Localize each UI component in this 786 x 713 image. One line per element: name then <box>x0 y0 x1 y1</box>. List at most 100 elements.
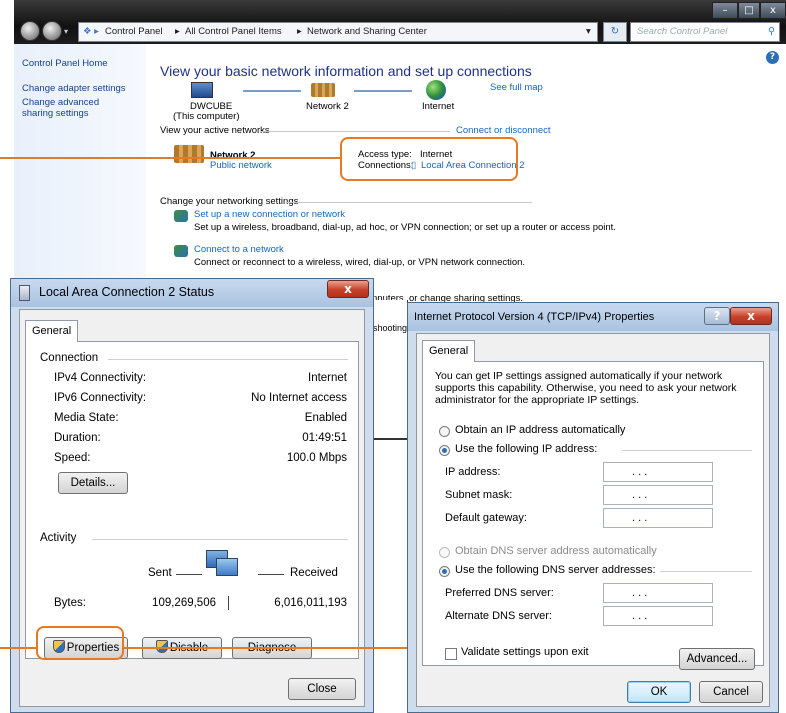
see-full-map-link[interactable]: See full map <box>490 82 543 93</box>
preferred-dns-field[interactable]: . . . <box>603 583 713 603</box>
subnet-mask-field[interactable]: . . . <box>603 485 713 505</box>
bytes-received-value: 6,016,011,193 <box>274 597 347 609</box>
media-state-label: Media State: <box>54 412 119 424</box>
breadcrumb-control-panel[interactable]: Control Panel <box>105 26 163 37</box>
validate-checkbox[interactable] <box>445 648 457 660</box>
close-icon[interactable]: x <box>327 280 369 298</box>
new-connection-icon <box>174 210 188 222</box>
dialog-body: General You can get IP settings assigned… <box>416 333 770 707</box>
speed-label: Speed: <box>54 452 91 464</box>
search-input[interactable]: Search Control Panel ⚲ <box>630 22 780 42</box>
bench-network-icon <box>174 145 204 163</box>
address-bar[interactable]: ❖ ▸ Control Panel ▸ All Control Panel It… <box>78 22 598 42</box>
dialog-title-bar: Internet Protocol Version 4 (TCP/IPv4) P… <box>408 303 778 331</box>
partial-text: shooting <box>373 323 408 333</box>
callout-line <box>0 647 36 649</box>
close-icon[interactable]: x <box>730 307 772 325</box>
help-icon[interactable]: ? <box>766 51 779 64</box>
use-following-ip-radio[interactable] <box>439 445 450 456</box>
duration-label: Duration: <box>54 432 101 444</box>
preferred-dns-label: Preferred DNS server: <box>445 587 554 599</box>
dialog-title: Local Area Connection 2 Status <box>39 285 215 299</box>
received-label: Received <box>290 567 338 579</box>
sidebar-item-home[interactable]: Control Panel Home <box>22 58 108 69</box>
general-tab-page <box>25 341 359 659</box>
breadcrumb-all-items[interactable]: All Control Panel Items <box>185 26 282 37</box>
forward-icon[interactable] <box>42 21 62 41</box>
network-type-link[interactable]: Public network <box>210 160 272 171</box>
close-button[interactable]: Close <box>288 678 356 700</box>
breadcrumb-network-center[interactable]: Network and Sharing Center <box>307 26 427 37</box>
background <box>0 294 10 713</box>
ip-description: You can get IP settings assigned automat… <box>435 370 737 406</box>
divider <box>286 202 532 203</box>
tab-general[interactable]: General <box>25 320 79 342</box>
obtain-dns-auto-radio[interactable] <box>439 547 450 558</box>
use-following-ip-label: Use the following IP address: <box>455 443 598 455</box>
bytes-divider <box>228 596 229 610</box>
dialog-title: Internet Protocol Version 4 (TCP/IPv4) P… <box>414 311 655 323</box>
obtain-ip-auto-radio[interactable] <box>439 426 450 437</box>
active-networks-label: View your active networks <box>160 125 270 136</box>
globe-icon <box>426 80 446 100</box>
bytes-label: Bytes: <box>54 597 86 609</box>
refresh-icon[interactable]: ↻ <box>603 22 627 42</box>
ip-field-dots: . . . <box>632 512 648 524</box>
network-adapter-icon <box>19 285 30 301</box>
sidebar-item-adapter[interactable]: Change adapter settings <box>22 83 126 94</box>
media-state-value: Enabled <box>304 412 347 424</box>
task-setup-connection-link[interactable]: Set up a new connection or network <box>194 209 345 220</box>
sidebar-item-advanced-sharing[interactable]: Change advanced sharing settings <box>22 97 132 119</box>
search-icon[interactable]: ⚲ <box>768 26 775 37</box>
ok-button[interactable]: OK <box>627 681 691 703</box>
dialog-title-bar: Local Area Connection 2 Status x <box>11 279 373 307</box>
connect-disconnect-link[interactable]: Connect or disconnect <box>456 125 551 136</box>
back-icon[interactable] <box>20 21 40 41</box>
activity-group-label: Activity <box>40 532 77 544</box>
alternate-dns-field[interactable]: . . . <box>603 606 713 626</box>
divider <box>260 131 450 132</box>
help-icon[interactable]: ? <box>704 307 730 325</box>
cancel-button[interactable]: Cancel <box>699 681 763 703</box>
subnet-mask-label: Subnet mask: <box>445 489 513 501</box>
recent-pages-chevron-icon[interactable]: ▾ <box>64 27 68 36</box>
map-computer-sub: (This computer) <box>173 111 240 122</box>
breadcrumb-separator-icon: ▸ <box>175 26 180 37</box>
ipv4-properties-dialog: Internet Protocol Version 4 (TCP/IPv4) P… <box>407 302 779 713</box>
use-following-dns-label: Use the following DNS server addresses: <box>455 564 656 576</box>
advanced-button[interactable]: Advanced... <box>679 648 755 670</box>
page-title: View your basic network information and … <box>160 63 532 79</box>
ipv6-label: IPv6 Connectivity: <box>54 392 147 404</box>
map-connector <box>243 90 301 92</box>
details-button[interactable]: Details... <box>58 472 128 494</box>
address-dropdown-icon[interactable]: ▾ <box>586 26 591 37</box>
minimize-button[interactable]: – <box>712 2 738 19</box>
callout-line <box>124 647 408 649</box>
cp-partial-area <box>372 300 408 440</box>
duration-value: 01:49:51 <box>302 432 347 444</box>
alternate-dns-label: Alternate DNS server: <box>445 610 552 622</box>
speed-value: 100.0 Mbps <box>286 452 347 464</box>
ip-field-dots: . . . <box>632 489 648 501</box>
default-gateway-field[interactable]: . . . <box>603 508 713 528</box>
search-placeholder: Search Control Panel <box>637 26 728 37</box>
network-computers-icon <box>206 550 240 578</box>
obtain-dns-auto-label: Obtain DNS server address automatically <box>455 545 657 557</box>
group-divider <box>660 571 752 572</box>
ipv4-value: Internet <box>308 372 347 384</box>
ipv4-label: IPv4 Connectivity: <box>54 372 147 384</box>
close-window-button[interactable]: x <box>760 2 786 19</box>
tab-general[interactable]: General <box>422 340 476 362</box>
bench-network-icon <box>311 83 335 97</box>
ip-address-field[interactable]: . . . <box>603 462 713 482</box>
validate-label: Validate settings upon exit <box>461 646 589 658</box>
use-following-dns-radio[interactable] <box>439 566 450 577</box>
connect-network-icon <box>174 245 188 257</box>
monitor-shape <box>216 558 238 576</box>
map-network-name: Network 2 <box>306 101 349 112</box>
properties-callout <box>36 626 124 660</box>
maximize-button[interactable]: □ <box>738 2 760 19</box>
computer-icon <box>191 82 213 98</box>
ip-field-dots: . . . <box>632 587 648 599</box>
task-connect-network-link[interactable]: Connect to a network <box>194 244 284 255</box>
